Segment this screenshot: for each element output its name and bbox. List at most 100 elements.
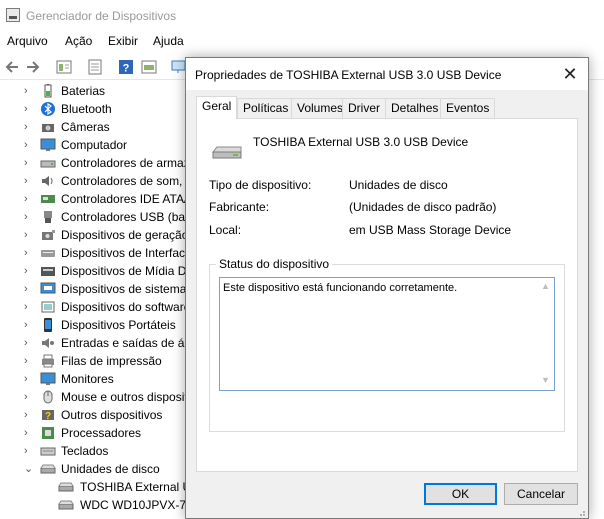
tree-item[interactable]: › Controladores de som, v xyxy=(0,172,200,190)
chevron-right-icon[interactable]: › xyxy=(24,444,34,458)
status-scrollbar[interactable]: ▲ ▼ xyxy=(537,278,554,390)
tab-driver[interactable]: Driver xyxy=(342,98,386,118)
chevron-right-icon[interactable]: › xyxy=(24,354,34,368)
tree-item[interactable]: › Teclados xyxy=(0,442,200,460)
document-icon[interactable] xyxy=(86,58,104,76)
tree-item[interactable]: ›? Outros dispositivos xyxy=(0,406,200,424)
tree-item[interactable]: › Mouse e outros disposit xyxy=(0,388,200,406)
device-tree: › Baterias › Bluetooth › Câmeras › Computador › C… xyxy=(0,82,200,519)
chevron-right-icon[interactable]: › xyxy=(24,120,34,134)
chevron-right-icon[interactable]: › xyxy=(24,318,34,332)
chevron-right-icon[interactable]: › xyxy=(24,84,34,98)
update-driver-icon[interactable] xyxy=(140,58,158,76)
tab-politicas[interactable]: Políticas xyxy=(237,98,295,118)
tab-strip: Geral Políticas Volumes Driver Detalhes … xyxy=(196,96,580,119)
chevron-right-icon[interactable]: › xyxy=(24,300,34,314)
printer-icon xyxy=(40,353,56,369)
device-manager-icon xyxy=(6,8,20,22)
tree-item-label: Entradas e saídas de áud xyxy=(61,336,198,350)
tab-detalhes[interactable]: Detalhes xyxy=(385,98,445,118)
tree-child-label: WDC WD10JPVX-75J xyxy=(80,498,199,512)
chevron-right-icon[interactable]: › xyxy=(24,282,34,296)
tree-child-item[interactable]: TOSHIBA External US xyxy=(0,478,200,496)
menu-exibir[interactable]: Exibir xyxy=(108,34,138,48)
tree-item-label: Dispositivos do software xyxy=(61,300,191,314)
chevron-right-icon[interactable]: › xyxy=(24,408,34,422)
resize-grip-icon[interactable] xyxy=(576,506,586,516)
tree-item[interactable]: › Controladores de armaz xyxy=(0,154,200,172)
usb-icon xyxy=(40,209,56,225)
tree-item[interactable]: › Dispositivos de Interfac xyxy=(0,244,200,262)
properties-dialog: Propriedades de TOSHIBA External USB 3.0… xyxy=(185,57,589,519)
tree-item[interactable]: › Dispositivos do software xyxy=(0,298,200,316)
tree-item[interactable]: › Controladores USB (barr xyxy=(0,208,200,226)
tree-child-item[interactable]: WDC WD10JPVX-75J xyxy=(0,496,200,514)
menu-ajuda[interactable]: Ajuda xyxy=(153,34,184,48)
chevron-right-icon[interactable]: › xyxy=(24,102,34,116)
tree-item[interactable]: › Processadores xyxy=(0,424,200,442)
ide-controller-icon xyxy=(40,191,56,207)
tab-eventos[interactable]: Eventos xyxy=(440,98,496,118)
chevron-right-icon[interactable]: › xyxy=(24,210,34,224)
chevron-right-icon[interactable]: › xyxy=(24,156,34,170)
chevron-right-icon[interactable]: › xyxy=(24,246,34,260)
properties-view-icon[interactable] xyxy=(55,58,73,76)
chevron-right-icon[interactable]: › xyxy=(24,138,34,152)
help-icon[interactable]: ? xyxy=(117,58,135,76)
status-textbox[interactable]: Este dispositivo está funcionando corret… xyxy=(219,277,555,391)
tree-item[interactable]: › Bluetooth xyxy=(0,100,200,118)
tree-item[interactable]: › Baterias xyxy=(0,82,200,100)
tree-item-label: Dispositivos de geração xyxy=(61,228,189,242)
chevron-right-icon[interactable]: › xyxy=(24,426,34,440)
chevron-right-icon[interactable]: › xyxy=(24,228,34,242)
ok-button[interactable]: OK xyxy=(424,483,497,505)
tree-item-label: Bluetooth xyxy=(61,102,112,116)
tab-geral[interactable]: Geral xyxy=(196,96,238,119)
menu-arquivo[interactable]: Arquivo xyxy=(7,34,48,48)
tree-item[interactable]: › Monitores xyxy=(0,370,200,388)
location-label: Local: xyxy=(209,223,242,237)
chevron-right-icon[interactable]: › xyxy=(24,372,34,386)
disk-drive-icon xyxy=(58,497,74,513)
chevron-right-icon[interactable]: › xyxy=(24,174,34,188)
tree-item[interactable]: › Câmeras xyxy=(0,118,200,136)
close-icon[interactable]: ✕ xyxy=(560,64,580,84)
tab-volumes[interactable]: Volumes xyxy=(291,98,350,118)
device-status-group: Status do dispositivo Este dispositivo e… xyxy=(209,257,565,432)
location-value: em USB Mass Storage Device xyxy=(349,223,512,237)
chevron-right-icon[interactable]: › xyxy=(24,192,34,206)
cancel-button[interactable]: Cancelar xyxy=(504,483,578,505)
device-name: TOSHIBA External USB 3.0 USB Device xyxy=(253,135,469,149)
tree-item[interactable]: › Dispositivos de Mídia Di xyxy=(0,262,200,280)
forward-arrow-icon[interactable] xyxy=(24,58,42,76)
back-arrow-icon[interactable] xyxy=(3,58,21,76)
tree-item-label: Câmeras xyxy=(61,120,110,134)
disk-drive-icon xyxy=(58,479,74,495)
scroll-down-icon[interactable]: ▼ xyxy=(541,376,550,385)
status-text: Este dispositivo está funcionando corret… xyxy=(223,282,458,294)
keyboard-icon xyxy=(40,443,56,459)
scroll-up-icon[interactable]: ▲ xyxy=(541,282,550,291)
tree-item[interactable]: › Entradas e saídas de áud xyxy=(0,334,200,352)
bluetooth-icon xyxy=(40,101,56,117)
tree-item[interactable]: › Computador xyxy=(0,136,200,154)
chevron-right-icon[interactable]: › xyxy=(24,390,34,404)
tree-item[interactable]: › Dispositivos de geração xyxy=(0,226,200,244)
menu-acao[interactable]: Ação xyxy=(65,34,92,48)
device-type-label: Tipo de dispositivo: xyxy=(209,178,312,192)
tree-item-label: Dispositivos de Interfac xyxy=(61,246,186,260)
dialog-titlebar[interactable]: Propriedades de TOSHIBA External USB 3.0… xyxy=(186,58,588,90)
tree-item[interactable]: › Dispositivos de sistema xyxy=(0,280,200,298)
window-title: Gerenciador de Dispositivos xyxy=(26,9,177,23)
tree-item-label: Outros dispositivos xyxy=(61,408,163,422)
camera-icon xyxy=(40,119,56,135)
tree-child-label: TOSHIBA External US xyxy=(80,480,200,494)
chevron-down-icon[interactable]: ⌄ xyxy=(24,462,34,476)
chevron-right-icon[interactable]: › xyxy=(24,264,34,278)
chevron-right-icon[interactable]: › xyxy=(24,336,34,350)
tree-item[interactable]: › Dispositivos Portáteis xyxy=(0,316,200,334)
tree-item[interactable]: › Controladores IDE ATA/A xyxy=(0,190,200,208)
tree-item[interactable]: ⌄ Unidades de disco xyxy=(0,460,200,478)
tree-item-label: Filas de impressão xyxy=(61,354,162,368)
tree-item[interactable]: › Filas de impressão xyxy=(0,352,200,370)
